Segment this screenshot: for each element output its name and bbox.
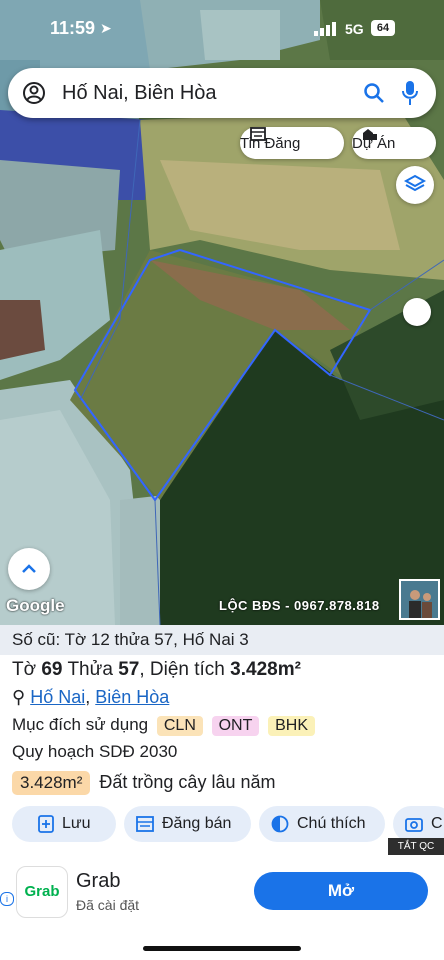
area-badge: 3.428m² xyxy=(12,771,91,795)
app-name: Grab xyxy=(76,870,121,892)
area-label: , Diện tích xyxy=(139,659,225,680)
app-logo: Grab xyxy=(16,866,68,918)
map-view[interactable]: 11:59 ➤ 5G 64 Hố Nai, Biên Hòa Tin Đăng … xyxy=(0,0,444,625)
projects-chip[interactable]: Dự Án xyxy=(352,127,436,159)
post-for-sale-button[interactable]: Đăng bán xyxy=(124,806,251,842)
listing-icon xyxy=(136,816,154,832)
pin-icon: ⚲ xyxy=(12,687,26,707)
city-link[interactable]: Biên Hòa xyxy=(95,687,169,707)
expand-button[interactable] xyxy=(8,548,50,590)
sheet-number: 69 xyxy=(41,659,63,680)
hide-ad-button[interactable]: TẮT QC xyxy=(388,838,444,855)
legend-button[interactable]: Chú thích xyxy=(259,806,385,842)
post-button-label: Đăng bán xyxy=(162,815,232,832)
camera-icon xyxy=(405,818,423,832)
search-bar[interactable]: Hố Nai, Biên Hòa xyxy=(8,68,436,118)
purpose-tag-bhk[interactable]: BHK xyxy=(268,716,316,736)
contrast-icon xyxy=(271,815,289,833)
avatar[interactable] xyxy=(399,579,440,620)
microphone-icon[interactable] xyxy=(400,79,420,107)
old-parcel-info: Số cũ: Tờ 12 thửa 57, Hố Nai 3 xyxy=(0,625,444,655)
google-logo: Google xyxy=(6,596,65,615)
account-icon[interactable] xyxy=(22,81,46,105)
network-type: 5G xyxy=(345,21,364,37)
open-app-button[interactable]: Mở xyxy=(254,872,428,910)
save-button-label: Lưu xyxy=(62,815,91,832)
purpose-tag-ont[interactable]: ONT xyxy=(211,716,260,736)
status-bar: 11:59 ➤ 5G 64 xyxy=(0,0,444,56)
parcel-summary: Tờ 69 Thửa 57, Diện tích 3.428m² xyxy=(12,659,301,681)
ad-banner[interactable]: i Grab Grab Đã cài đặt Mở xyxy=(0,855,444,960)
add-bookmark-icon xyxy=(38,815,54,833)
legend-button-label: Chú thích xyxy=(297,815,366,832)
search-icon[interactable] xyxy=(362,81,386,105)
buildings-icon xyxy=(363,129,377,140)
parcel-info-panel: Số cũ: Tờ 12 thửa 57, Hố Nai 3 Tờ 69 Thử… xyxy=(0,625,444,855)
land-plan: Quy hoạch SDĐ 2030 xyxy=(12,742,178,761)
chevron-up-icon xyxy=(22,564,36,573)
watermark: LỘC BĐS - 0967.878.818 xyxy=(219,598,380,613)
purpose-label: Mục đích sử dụng xyxy=(12,715,149,734)
location-comma: , xyxy=(85,687,91,707)
ad-info-icon[interactable]: i xyxy=(0,892,14,906)
sheet-label: Tờ xyxy=(12,659,37,680)
land-use-purpose: Mục đích sử dụng CLN ONT BHK xyxy=(12,715,316,736)
photo-button[interactable]: C xyxy=(393,806,444,842)
plot-number: 57 xyxy=(118,659,140,680)
listing-icon xyxy=(250,127,266,141)
layers-icon xyxy=(403,174,427,192)
app-install-status: Đã cài đặt xyxy=(76,897,140,913)
save-button[interactable]: Lưu xyxy=(12,806,116,842)
land-type: Đất trồng cây lâu năm xyxy=(99,772,276,792)
land-type-row: 3.428m² Đất trồng cây lâu năm xyxy=(12,771,275,795)
ward-link[interactable]: Hố Nai xyxy=(30,687,85,707)
person-photo xyxy=(401,581,438,618)
listings-chip[interactable]: Tin Đăng xyxy=(240,127,344,159)
location-line: ⚲ Hố Nai, Biên Hòa xyxy=(12,687,169,708)
plot-label: Thửa xyxy=(67,659,113,680)
layers-button[interactable] xyxy=(396,166,434,204)
signal-icon xyxy=(314,22,336,36)
map-control-dot[interactable] xyxy=(403,298,431,326)
status-time: 11:59 xyxy=(50,18,96,38)
home-indicator[interactable] xyxy=(143,946,301,951)
search-input[interactable]: Hố Nai, Biên Hòa xyxy=(62,82,217,105)
purpose-tag-cln[interactable]: CLN xyxy=(156,716,203,736)
location-arrow-icon: ➤ xyxy=(100,20,112,36)
area-value: 3.428m² xyxy=(230,659,301,680)
battery-indicator: 64 xyxy=(371,20,395,36)
photo-button-label: C xyxy=(431,815,443,832)
